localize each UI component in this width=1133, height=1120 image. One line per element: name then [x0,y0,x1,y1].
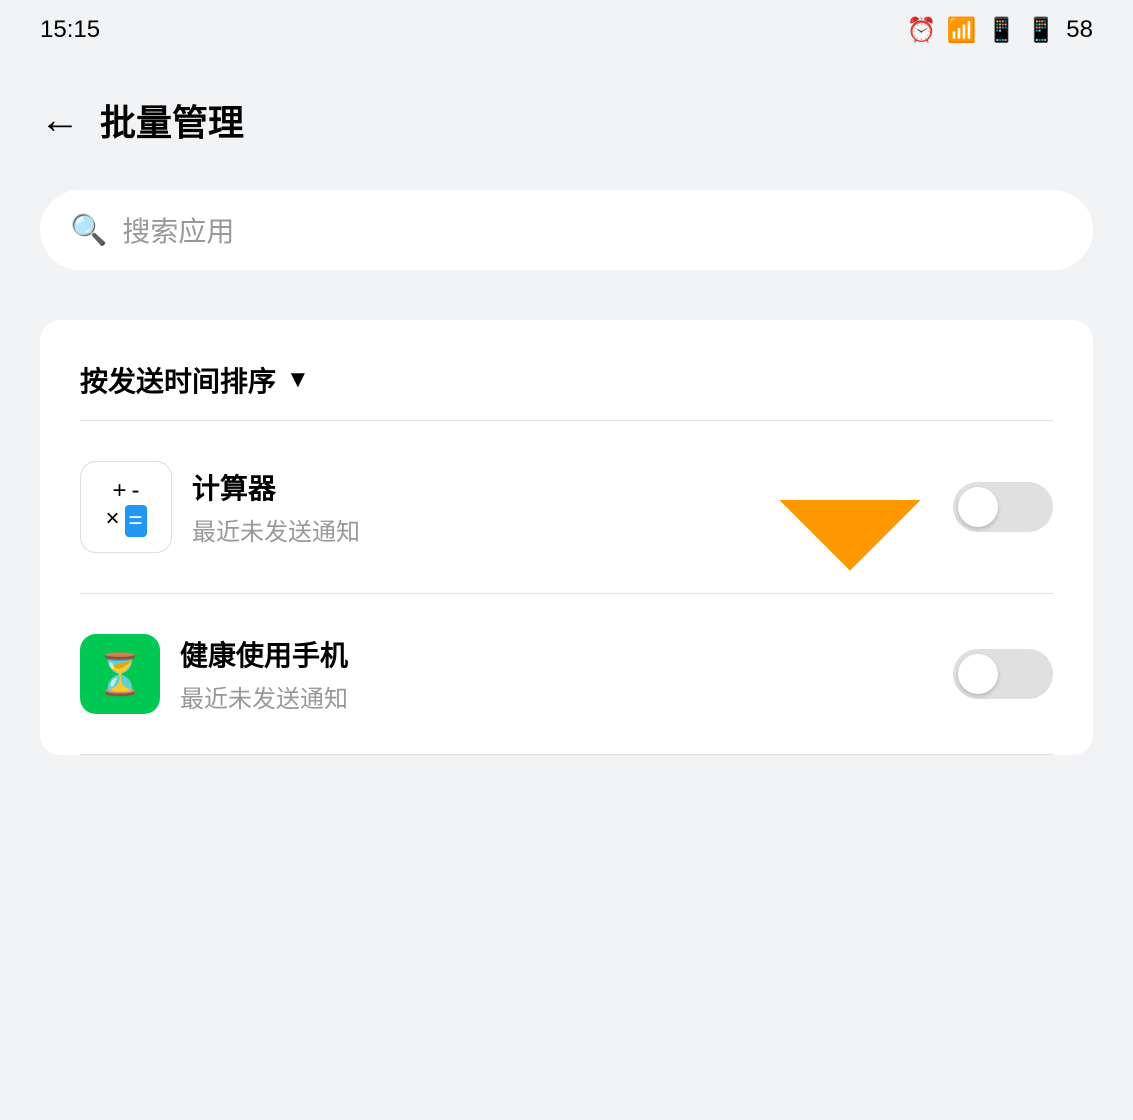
sort-label: 按发送时间排序 [80,366,277,397]
battery-level: 58 [1066,15,1093,43]
toggle-calculator[interactable] [953,482,1053,532]
page-header: ← 批量管理 [0,60,1133,180]
dropdown-icon: ▼ [286,366,310,393]
back-arrow-icon[interactable]: ← [40,98,80,143]
app-item-calculator: + - × = 计算器 最近未发送通知 [40,421,1093,593]
calculator-icon: + - × = [80,461,172,553]
app-item-health: ⏳ 健康使用手机 最近未发送通知 [40,594,1093,754]
app-name-health: 健康使用手机 [180,640,349,671]
sort-bar[interactable]: 按发送时间排序 ▼ [40,320,1093,420]
search-box[interactable]: 🔍 搜索应用 [40,190,1093,270]
divider [80,754,1053,755]
app-info-health: 健康使用手机 最近未发送通知 [180,634,953,714]
status-bar: 15:15 ⏰ 📶 📱 📱 58 [0,0,1133,60]
4g-signal-icon: 📱 [1026,16,1057,44]
status-icons-container: ⏰ 📶 📱 📱 58 [907,16,1093,45]
health-icon: ⏳ [80,634,160,714]
toggle-health[interactable] [953,649,1053,699]
4g-signal-icon: 📱 [986,16,1017,44]
time-display: 15:15 [40,16,101,43]
alarm-icon: ⏰ [906,16,937,44]
toggle-handle-health [958,654,998,694]
app-list-card: 按发送时间排序 ▼ + - × = 计算器 最近未发送通知 ⏳ 健康使用手机 最… [40,320,1093,755]
search-placeholder: 搜索应用 [122,216,235,247]
toggle-handle-calculator [958,487,998,527]
search-icon: 🔍 [70,213,108,247]
wifi-icon: 📶 [946,16,977,44]
page-title: 批量管理 [100,102,245,143]
search-container: 🔍 搜索应用 [0,180,1133,280]
app-status-health: 最近未发送通知 [180,686,348,713]
